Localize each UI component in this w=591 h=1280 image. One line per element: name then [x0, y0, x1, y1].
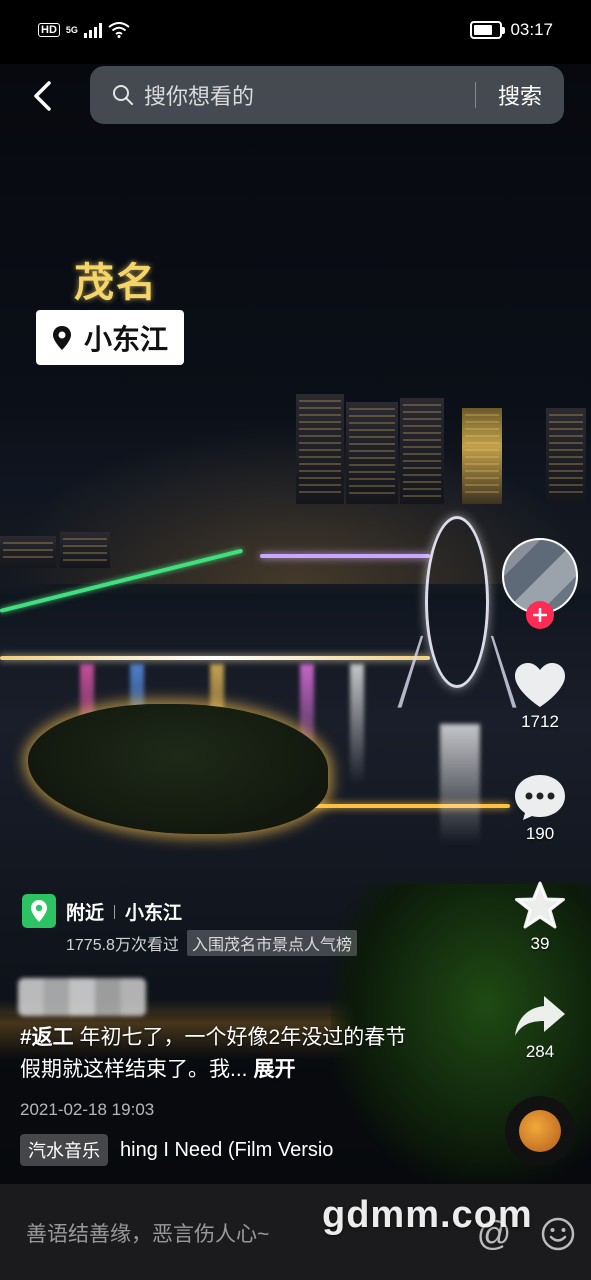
location-tag-label: 小东江 — [84, 323, 169, 355]
like-button[interactable]: 1712 — [502, 660, 578, 732]
location-poi-icon — [22, 894, 56, 928]
comment-icon — [515, 775, 565, 820]
comment-button[interactable]: 190 — [502, 772, 578, 844]
star-icon — [515, 881, 565, 929]
building — [462, 408, 502, 504]
clock: 03:17 — [510, 20, 553, 39]
poi-prefix: 附近 — [66, 903, 105, 924]
building — [0, 536, 56, 568]
music-cover-icon — [519, 1110, 561, 1152]
like-count: 1712 — [521, 712, 559, 731]
rank-badge[interactable]: 入围茂名市景点人气榜 — [186, 930, 357, 956]
signal-icon — [83, 22, 102, 38]
share-arrow-icon — [515, 996, 565, 1036]
post-caption[interactable]: #返工 年初七了，一个好像2年没过的春节假期就这样结束了。我... 展开 — [20, 1022, 420, 1086]
city-title: 茂名 — [74, 260, 158, 306]
music-disc[interactable] — [505, 1096, 575, 1166]
poi-separator — [114, 904, 116, 919]
poi-title: 附近 小东江 — [66, 898, 182, 925]
poi-name: 小东江 — [125, 903, 183, 924]
back-button[interactable] — [24, 78, 60, 114]
chevron-left-icon — [34, 81, 51, 111]
music-title: hing I Need (Film Versio — [120, 1138, 334, 1161]
post-date: 2021-02-18 19:03 — [20, 1100, 155, 1119]
comment-count: 190 — [525, 824, 555, 843]
status-bar: HD 5G 03:17 — [0, 0, 591, 64]
building — [546, 408, 586, 504]
status-left: HD 5G — [38, 22, 130, 38]
search-bar[interactable]: 搜你想看的 搜索 — [90, 66, 564, 124]
music-tag[interactable]: 汽水音乐 — [20, 1134, 108, 1166]
heart-icon — [515, 663, 565, 707]
wifi-icon — [108, 22, 130, 38]
caption-text: 年初七了，一个好像2年没过的春节假期就这样结束了。我... — [20, 1026, 407, 1081]
bridge-lights — [0, 656, 430, 660]
battery-icon — [470, 21, 506, 39]
hd-indicator: HD — [38, 23, 60, 37]
search-icon — [113, 85, 133, 105]
search-input[interactable]: 搜你想看的 — [144, 79, 475, 111]
reflection — [350, 664, 364, 784]
building — [296, 394, 344, 504]
share-count: 284 — [525, 1042, 555, 1061]
poi-views: 1775.8万次看过 — [66, 937, 179, 954]
location-pin-icon — [53, 325, 71, 350]
building — [400, 398, 444, 504]
search-button[interactable]: 搜索 — [476, 79, 564, 111]
hashtag[interactable]: #返工 — [20, 1026, 74, 1049]
status-right: 03:17 — [470, 20, 553, 40]
follow-button[interactable] — [526, 601, 554, 629]
building — [346, 402, 398, 504]
comment-input[interactable]: 善语结善缘，恶言伤人心~ — [26, 1218, 269, 1248]
emoji-icon[interactable] — [540, 1216, 576, 1252]
favorite-count: 39 — [530, 934, 550, 953]
poi-meta: 1775.8万次看过 入围茂名市景点人气榜 — [66, 930, 357, 956]
author-name[interactable] — [18, 978, 146, 1016]
share-button[interactable]: 284 — [502, 992, 578, 1062]
building — [60, 532, 110, 568]
plus-icon — [533, 608, 547, 622]
battery-fill — [474, 25, 493, 35]
favorite-button[interactable]: 39 — [502, 880, 578, 954]
music-row[interactable]: 汽水音乐 hing I Need (Film Versio — [20, 1134, 360, 1166]
network-type: 5G — [65, 24, 78, 35]
location-tag[interactable]: 小东江 — [36, 310, 185, 365]
watermark: gdmm.com — [322, 1194, 533, 1236]
expand-button[interactable]: 展开 — [254, 1058, 296, 1081]
reflection — [440, 724, 480, 844]
bridge-lights — [260, 554, 430, 558]
